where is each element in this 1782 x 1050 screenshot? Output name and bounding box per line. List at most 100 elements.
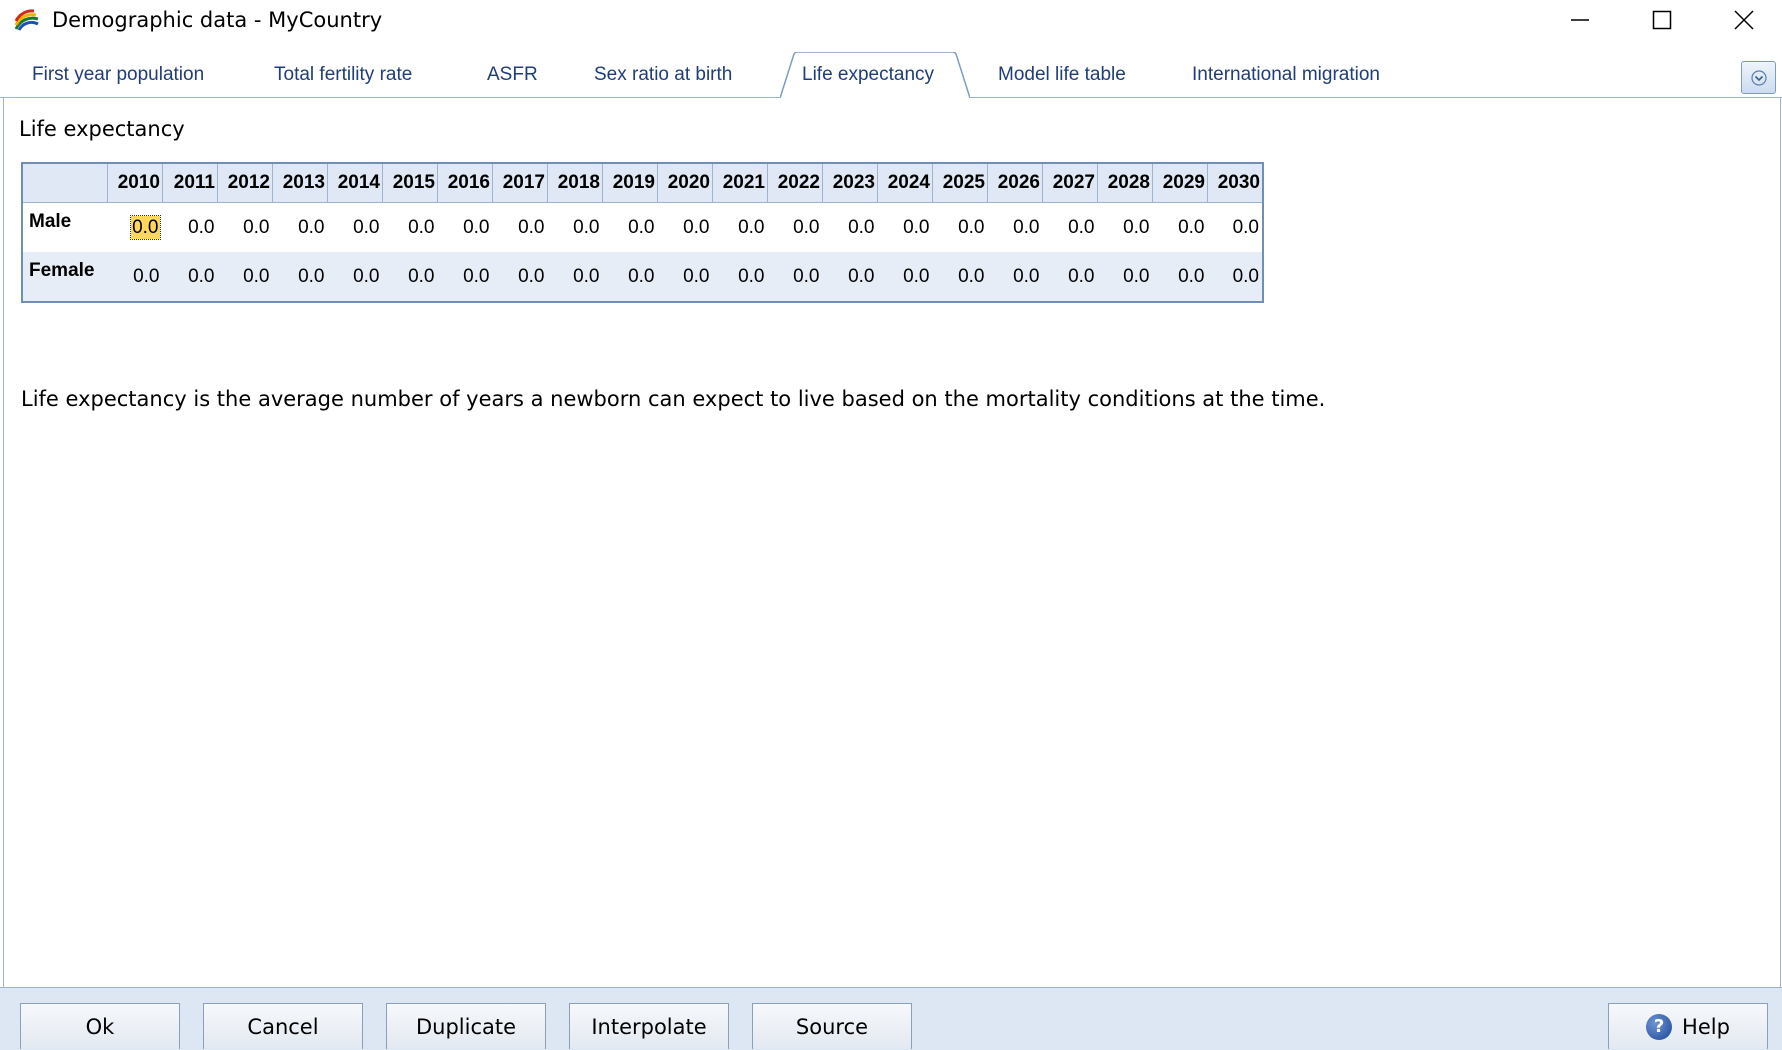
grid-cell-value: 0.0 [1013,265,1040,287]
duplicate-button[interactable]: Duplicate [386,1003,546,1049]
grid-cell-value: 0.0 [188,265,215,287]
source-button[interactable]: Source [752,1003,912,1049]
life-expectancy-grid: 2010 2011 2012 2013 2014 2015 2016 2017 2018 2019… [21,162,1264,303]
grid-cell[interactable]: 0.0 [493,203,548,253]
grid-cell-value: 0.0 [958,216,985,238]
maximize-button[interactable] [1622,0,1702,40]
grid-cell[interactable]: 0.0 [767,252,823,302]
tab-life-expectancy[interactable]: Life expectancy [802,64,934,86]
grid-cell[interactable]: 0.0 [1208,203,1264,253]
grid-cell[interactable]: 0.0 [987,252,1043,302]
interpolate-button[interactable]: Interpolate [569,1003,729,1049]
grid-cell-value: 0.0 [408,265,435,287]
help-button[interactable]: ? Help [1608,1003,1768,1049]
grid-cell[interactable]: 0.0 [988,203,1043,253]
grid-cell[interactable]: 0.0 [217,252,273,302]
grid-cell[interactable]: 0.0 [1153,203,1208,253]
grid-cell[interactable]: 0.0 [713,203,768,253]
grid-cell[interactable]: 0.0 [602,252,658,302]
grid-cell[interactable]: 0.0 [383,203,438,253]
grid-cell-value: 0.0 [518,216,545,238]
grid-year-header: 2029 [1152,163,1208,203]
grid-cell-value: 0.0 [130,214,161,240]
grid-year-header: 2026 [987,163,1043,203]
grid-cell-value: 0.0 [628,216,655,238]
grid-cell[interactable]: 0.0 [162,252,218,302]
grid-cell[interactable]: 0.0 [437,252,493,302]
help-button-label: Help [1682,1014,1730,1039]
minimize-icon [1571,19,1589,21]
grid-cell[interactable]: 0.0 [1043,203,1098,253]
grid-cell-value: 0.0 [298,265,325,287]
grid-year-header: 2022 [767,163,823,203]
grid-year-header: 2027 [1042,163,1098,203]
grid-cell[interactable]: 0.0 [438,203,493,253]
grid-cell-value: 0.0 [1178,216,1205,238]
grid-year-header: 2015 [382,163,438,203]
grid-cell-value: 0.0 [1232,265,1259,287]
grid-year-header: 2018 [547,163,603,203]
grid-cell[interactable]: 0.0 [327,252,383,302]
grid-cell[interactable]: 0.0 [1152,252,1208,302]
ok-button[interactable]: Ok [20,1003,180,1049]
tab-model-life-table[interactable]: Model life table [998,64,1126,86]
grid-cell-value: 0.0 [518,265,545,287]
grid-cell[interactable]: 0.0 [932,252,988,302]
grid-cell[interactable]: 0.0 [823,203,878,253]
grid-cell[interactable]: 0.0 [1097,252,1153,302]
close-icon [1734,10,1754,30]
help-icon: ? [1646,1013,1673,1040]
grid-cell[interactable]: 0.0 [878,203,933,253]
title-bar: Demographic data - MyCountry [0,0,1782,40]
grid-cell[interactable]: 0.0 [877,252,933,302]
grid-cell[interactable]: 0.0 [108,203,163,253]
grid-cell[interactable]: 0.0 [822,252,878,302]
grid-cell-value: 0.0 [1178,265,1205,287]
grid-cell[interactable]: 0.0 [328,203,383,253]
tab-sex-ratio-at-birth[interactable]: Sex ratio at birth [594,64,732,86]
grid-year-header: 2017 [492,163,548,203]
grid-cell[interactable]: 0.0 [548,203,603,253]
tab-international-migration[interactable]: International migration [1192,64,1380,86]
grid-cell[interactable]: 0.0 [163,203,218,253]
maximize-icon [1652,10,1672,30]
grid-cell[interactable]: 0.0 [603,203,658,253]
grid-cell[interactable]: 0.0 [1098,203,1153,253]
cancel-button[interactable]: Cancel [203,1003,363,1049]
grid-cell[interactable]: 0.0 [492,252,548,302]
tab-overflow-button[interactable] [1741,61,1776,94]
grid-cell-value: 0.0 [1068,216,1095,238]
grid-cell[interactable]: 0.0 [768,203,823,253]
grid-cell[interactable]: 0.0 [1042,252,1098,302]
tab-first-year-population[interactable]: First year population [32,64,204,86]
grid-cell[interactable]: 0.0 [712,252,768,302]
grid-cell[interactable]: 0.0 [107,252,163,302]
grid-cell[interactable]: 0.0 [382,252,438,302]
close-button[interactable] [1704,0,1782,40]
grid-cell[interactable]: 0.0 [218,203,273,253]
grid-cell-value: 0.0 [793,265,820,287]
grid-cell-value: 0.0 [1123,265,1150,287]
grid-cell-value: 0.0 [463,216,490,238]
grid-cell[interactable]: 0.0 [547,252,603,302]
grid-year-header: 2019 [602,163,658,203]
grid-row-header: Male [29,211,72,232]
grid-cell[interactable]: 0.0 [1207,252,1263,302]
grid-cell[interactable]: 0.0 [272,252,328,302]
grid-row-header: Female [22,252,108,302]
tab-total-fertility-rate[interactable]: Total fertility rate [274,64,412,86]
tab-asfr[interactable]: ASFR [487,64,538,86]
grid-cell-value: 0.0 [408,216,435,238]
grid-cell[interactable]: 0.0 [658,203,713,253]
grid-cell[interactable]: 0.0 [273,203,328,253]
grid-cell-value: 0.0 [353,265,380,287]
grid-row-male: Male 0.0 0.0 0.0 0.0 0.0 0.0 0.0 0.0 0.0 0.0 0.0 0.0… [22,203,1263,253]
tab-strip: First year population Total fertility ra… [0,50,1782,98]
grid-year-header: 2024 [877,163,933,203]
grid-cell[interactable]: 0.0 [657,252,713,302]
grid-year-header: 2014 [327,163,383,203]
grid-year-header: 2010 [107,163,163,203]
grid-cell-value: 0.0 [1232,216,1259,238]
minimize-button[interactable] [1540,0,1620,40]
grid-cell[interactable]: 0.0 [933,203,988,253]
